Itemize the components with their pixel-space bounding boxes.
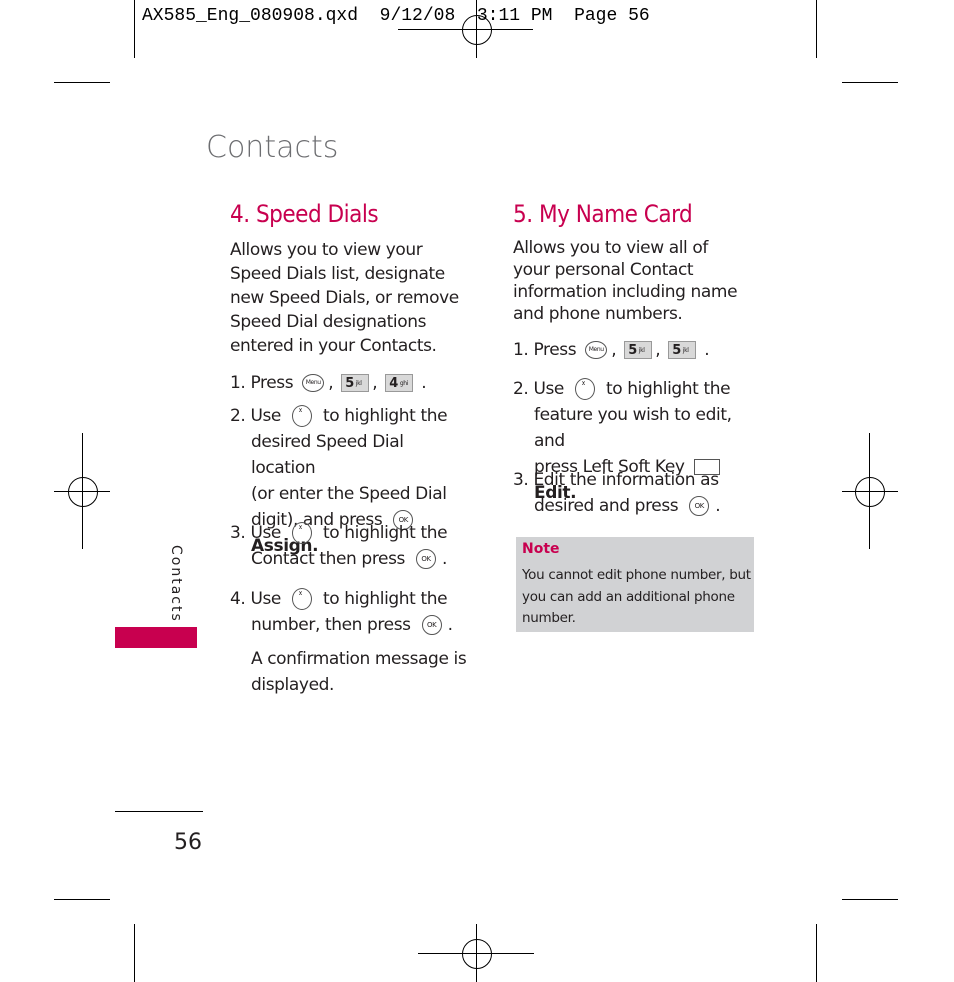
key-5-icon: 5 jkl [624,341,653,359]
crop-mark [842,82,898,83]
name-card-step-1: 1. Press Menu, 5 jkl, 5 jkl . [513,340,710,360]
speed-dials-intro: Allows you to view your Speed Dials list… [230,240,459,356]
ok-key-icon: OK [421,615,442,635]
registration-mark [462,939,492,969]
side-tab-label: Contacts [168,545,184,623]
crop-mark [54,899,110,900]
speed-dials-heading: 4. Speed Dials [230,200,379,228]
name-card-heading: 5. My Name Card [513,200,693,228]
note-title: Note [522,541,560,557]
crop-mark [134,0,135,58]
crop-mark [816,0,817,58]
page-title: Contacts [206,130,339,165]
crop-mark [816,924,817,982]
speed-dials-step-4: 4. Use to highlight the number, then pre… [230,584,470,638]
speed-dials-step-3: 3. Use to highlight the Contact then pre… [230,518,470,572]
registration-mark [855,477,885,507]
ok-key-icon: OK [416,549,437,569]
side-tab-marker [115,627,197,648]
navigation-key-icon [575,374,596,402]
name-card-intro: Allows you to view all of your personal … [513,238,738,324]
crop-mark [54,82,110,83]
menu-key-icon: Menu [302,374,325,392]
registration-mark [68,477,98,507]
crop-mark [842,899,898,900]
note-body: You cannot edit phone number, but you ca… [522,567,751,626]
confirmation-text: A confirmation message is displayed. [251,649,467,695]
menu-key-icon: Menu [585,341,608,359]
key-4-icon: 4 ghi [385,374,414,392]
key-5-icon: 5 jkl [668,341,697,359]
navigation-key-icon [292,584,313,612]
speed-dials-step-1: 1. Press Menu, 5 jkl, 4 ghi . [230,373,427,393]
navigation-key-icon [292,518,313,546]
navigation-key-icon [292,401,313,429]
page-number: 56 [174,830,202,855]
page-number-rule [115,811,203,812]
crop-mark [134,924,135,982]
ok-key-icon: OK [689,496,710,516]
note-box: Note You cannot edit phone number, but y… [516,537,754,632]
key-5-icon: 5 jkl [341,374,370,392]
name-card-step-3: 3. Edit the information as desired and p… [513,470,721,516]
file-slug: AX585_Eng_080908.qxd 9/12/08 3:11 PM Pag… [142,6,650,26]
